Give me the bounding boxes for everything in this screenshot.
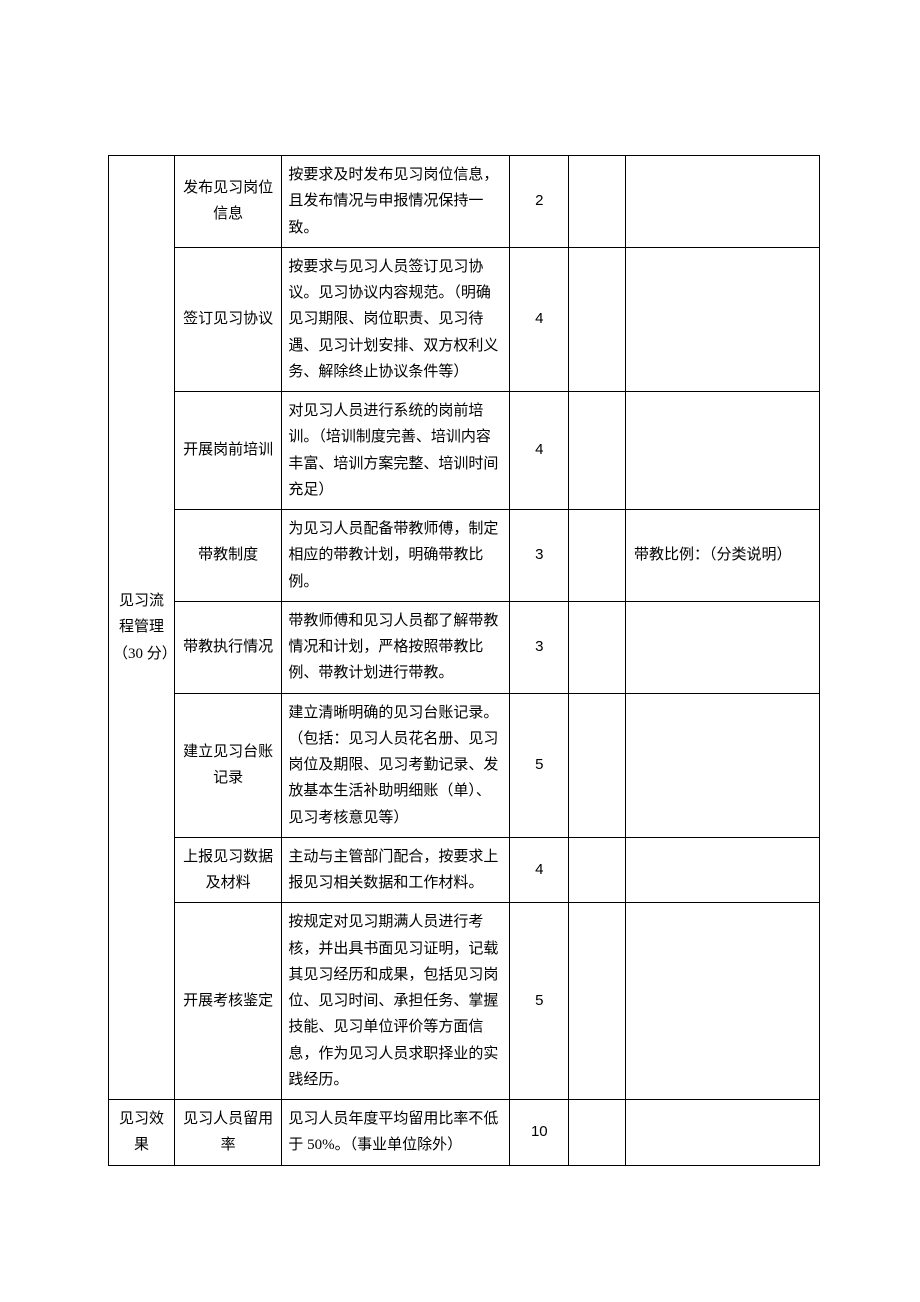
item-cell: 见习人员留用率 [175, 1100, 282, 1166]
note-cell [625, 156, 819, 248]
score-cell: 5 [510, 903, 569, 1100]
note-cell: 带教比例：（分类说明） [625, 510, 819, 602]
blank-cell [569, 392, 626, 510]
item-cell: 发布见习岗位信息 [175, 156, 282, 248]
blank-cell [569, 693, 626, 837]
table-row: 带教执行情况 带教师傅和见习人员都了解带教情况和计划，严格按照带教比例、带教计划… [109, 601, 820, 693]
item-cell: 带教制度 [175, 510, 282, 602]
table-row: 开展考核鉴定 按规定对见习期满人员进行考核，并出具书面见习证明，记载其见习经历和… [109, 903, 820, 1100]
score-cell: 5 [510, 693, 569, 837]
score-cell: 10 [510, 1100, 569, 1166]
item-cell: 开展岗前培训 [175, 392, 282, 510]
desc-cell: 见习人员年度平均留用比率不低于 50%。（事业单位除外） [282, 1100, 510, 1166]
note-cell [625, 837, 819, 903]
note-cell [625, 1100, 819, 1166]
table-row: 见习流程管理（30 分） 发布见习岗位信息 按要求及时发布见习岗位信息，且发布情… [109, 156, 820, 248]
score-cell: 4 [510, 837, 569, 903]
note-cell [625, 903, 819, 1100]
note-cell [625, 247, 819, 391]
item-cell: 开展考核鉴定 [175, 903, 282, 1100]
blank-cell [569, 601, 626, 693]
score-cell: 4 [510, 247, 569, 391]
desc-cell: 带教师傅和见习人员都了解带教情况和计划，严格按照带教比例、带教计划进行带教。 [282, 601, 510, 693]
table-row: 见习效果 见习人员留用率 见习人员年度平均留用比率不低于 50%。（事业单位除外… [109, 1100, 820, 1166]
blank-cell [569, 1100, 626, 1166]
desc-cell: 按规定对见习期满人员进行考核，并出具书面见习证明，记载其见习经历和成果，包括见习… [282, 903, 510, 1100]
table-row: 签订见习协议 按要求与见习人员签订见习协议。见习协议内容规范。（明确见习期限、岗… [109, 247, 820, 391]
blank-cell [569, 510, 626, 602]
score-cell: 4 [510, 392, 569, 510]
item-cell: 签订见习协议 [175, 247, 282, 391]
category-cell: 见习效果 [109, 1100, 175, 1166]
blank-cell [569, 903, 626, 1100]
desc-cell: 为见习人员配备带教师傅，制定相应的带教计划，明确带教比例。 [282, 510, 510, 602]
note-cell [625, 601, 819, 693]
table-row: 带教制度 为见习人员配备带教师傅，制定相应的带教计划，明确带教比例。 3 带教比… [109, 510, 820, 602]
score-cell: 2 [510, 156, 569, 248]
category-cell: 见习流程管理（30 分） [109, 156, 175, 1100]
desc-cell: 对见习人员进行系统的岗前培训。（培训制度完善、培训内容丰富、培训方案完整、培训时… [282, 392, 510, 510]
table-row: 上报见习数据及材料 主动与主管部门配合，按要求上报见习相关数据和工作材料。 4 [109, 837, 820, 903]
item-cell: 上报见习数据及材料 [175, 837, 282, 903]
note-cell [625, 392, 819, 510]
blank-cell [569, 837, 626, 903]
score-cell: 3 [510, 510, 569, 602]
table-row: 建立见习台账记录 建立清晰明确的见习台账记录。（包括：见习人员花名册、见习岗位及… [109, 693, 820, 837]
desc-cell: 按要求与见习人员签订见习协议。见习协议内容规范。（明确见习期限、岗位职责、见习待… [282, 247, 510, 391]
blank-cell [569, 156, 626, 248]
note-cell [625, 693, 819, 837]
item-cell: 带教执行情况 [175, 601, 282, 693]
desc-cell: 建立清晰明确的见习台账记录。（包括：见习人员花名册、见习岗位及期限、见习考勤记录… [282, 693, 510, 837]
item-cell: 建立见习台账记录 [175, 693, 282, 837]
blank-cell [569, 247, 626, 391]
desc-cell: 按要求及时发布见习岗位信息，且发布情况与申报情况保持一致。 [282, 156, 510, 248]
table-row: 开展岗前培训 对见习人员进行系统的岗前培训。（培训制度完善、培训内容丰富、培训方… [109, 392, 820, 510]
score-cell: 3 [510, 601, 569, 693]
evaluation-table: 见习流程管理（30 分） 发布见习岗位信息 按要求及时发布见习岗位信息，且发布情… [108, 155, 820, 1166]
desc-cell: 主动与主管部门配合，按要求上报见习相关数据和工作材料。 [282, 837, 510, 903]
